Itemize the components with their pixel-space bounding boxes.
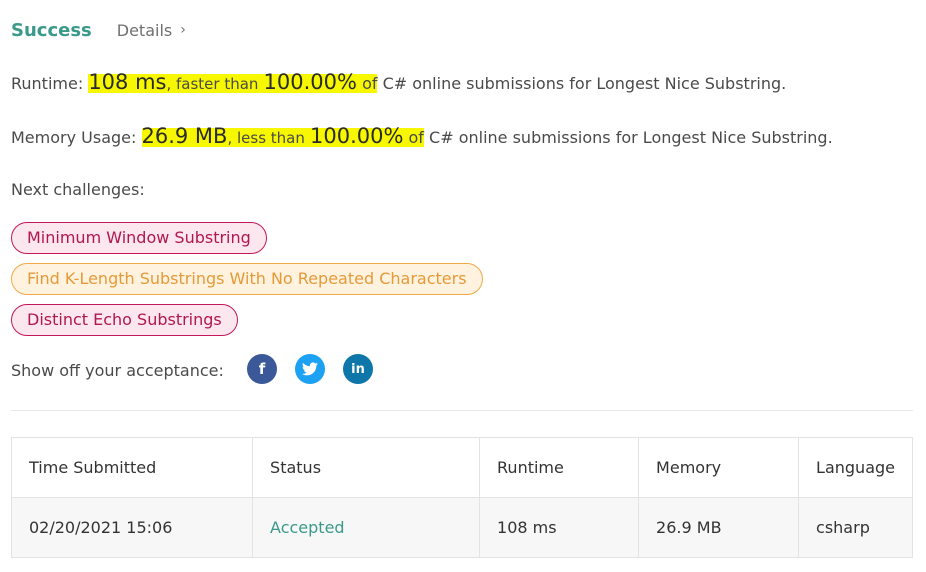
linkedin-icon[interactable]: in	[343, 354, 373, 384]
memory-percent: 100.00%	[309, 124, 404, 148]
runtime-percent: 100.00%	[263, 70, 357, 94]
table-row: 02/20/2021 15:06 Accepted 108 ms 26.9 MB…	[10, 497, 913, 558]
memory-highlight: 26.9 MB, less than 100.00% of	[141, 124, 424, 148]
next-challenges-title: Next challenges:	[11, 180, 145, 199]
column-header-language: Language	[798, 437, 913, 498]
cell-memory: 26.9 MB	[638, 497, 800, 558]
column-header-memory: Memory	[638, 437, 800, 498]
challenge-chip-minimum-window-substring[interactable]: Minimum Window Substring	[11, 222, 267, 254]
cell-status-link[interactable]: Accepted	[252, 497, 481, 558]
column-header-runtime: Runtime	[479, 437, 640, 498]
memory-sep: , less than	[227, 129, 305, 147]
column-header-status: Status	[252, 437, 481, 498]
runtime-value: 108 ms	[88, 70, 167, 94]
cell-time-submitted: 02/20/2021 15:06	[10, 497, 254, 558]
memory-value: 26.9 MB	[141, 124, 228, 148]
divider	[11, 410, 913, 411]
memory-line: Memory Usage: 26.9 MB, less than 100.00%…	[11, 124, 833, 148]
challenge-chip-distinct-echo-substrings[interactable]: Distinct Echo Substrings	[11, 304, 238, 336]
column-header-time: Time Submitted	[10, 437, 254, 498]
facebook-icon[interactable]: f	[247, 354, 277, 384]
chevron-right-icon: ›	[180, 22, 186, 38]
cell-language: csharp	[798, 497, 913, 558]
runtime-label: Runtime:	[11, 74, 84, 93]
runtime-of: of	[362, 74, 378, 93]
memory-label: Memory Usage:	[11, 128, 137, 147]
runtime-highlight: 108 ms, faster than 100.00% of	[88, 70, 378, 94]
status-title: Success	[11, 19, 92, 41]
share-icons: f in	[247, 354, 373, 384]
twitter-icon[interactable]	[295, 354, 325, 384]
table-header-row: Time Submitted Status Runtime Memory Lan…	[10, 437, 913, 498]
memory-rest: C# online submissions for Longest Nice S…	[429, 128, 833, 147]
challenge-chip-find-k-length-substrings[interactable]: Find K-Length Substrings With No Repeate…	[11, 263, 483, 295]
runtime-line: Runtime: 108 ms, faster than 100.00% of …	[11, 70, 786, 94]
submissions-table: Time Submitted Status Runtime Memory Lan…	[10, 437, 913, 558]
result-header: Success Details ›	[11, 18, 186, 42]
details-link[interactable]: Details ›	[117, 21, 186, 40]
memory-of: of	[408, 128, 424, 147]
details-label: Details	[116, 20, 173, 40]
cell-runtime: 108 ms	[479, 497, 640, 558]
share-label: Show off your acceptance:	[11, 360, 224, 380]
runtime-sep: , faster than	[166, 75, 259, 93]
runtime-rest: C# online submissions for Longest Nice S…	[382, 74, 787, 93]
